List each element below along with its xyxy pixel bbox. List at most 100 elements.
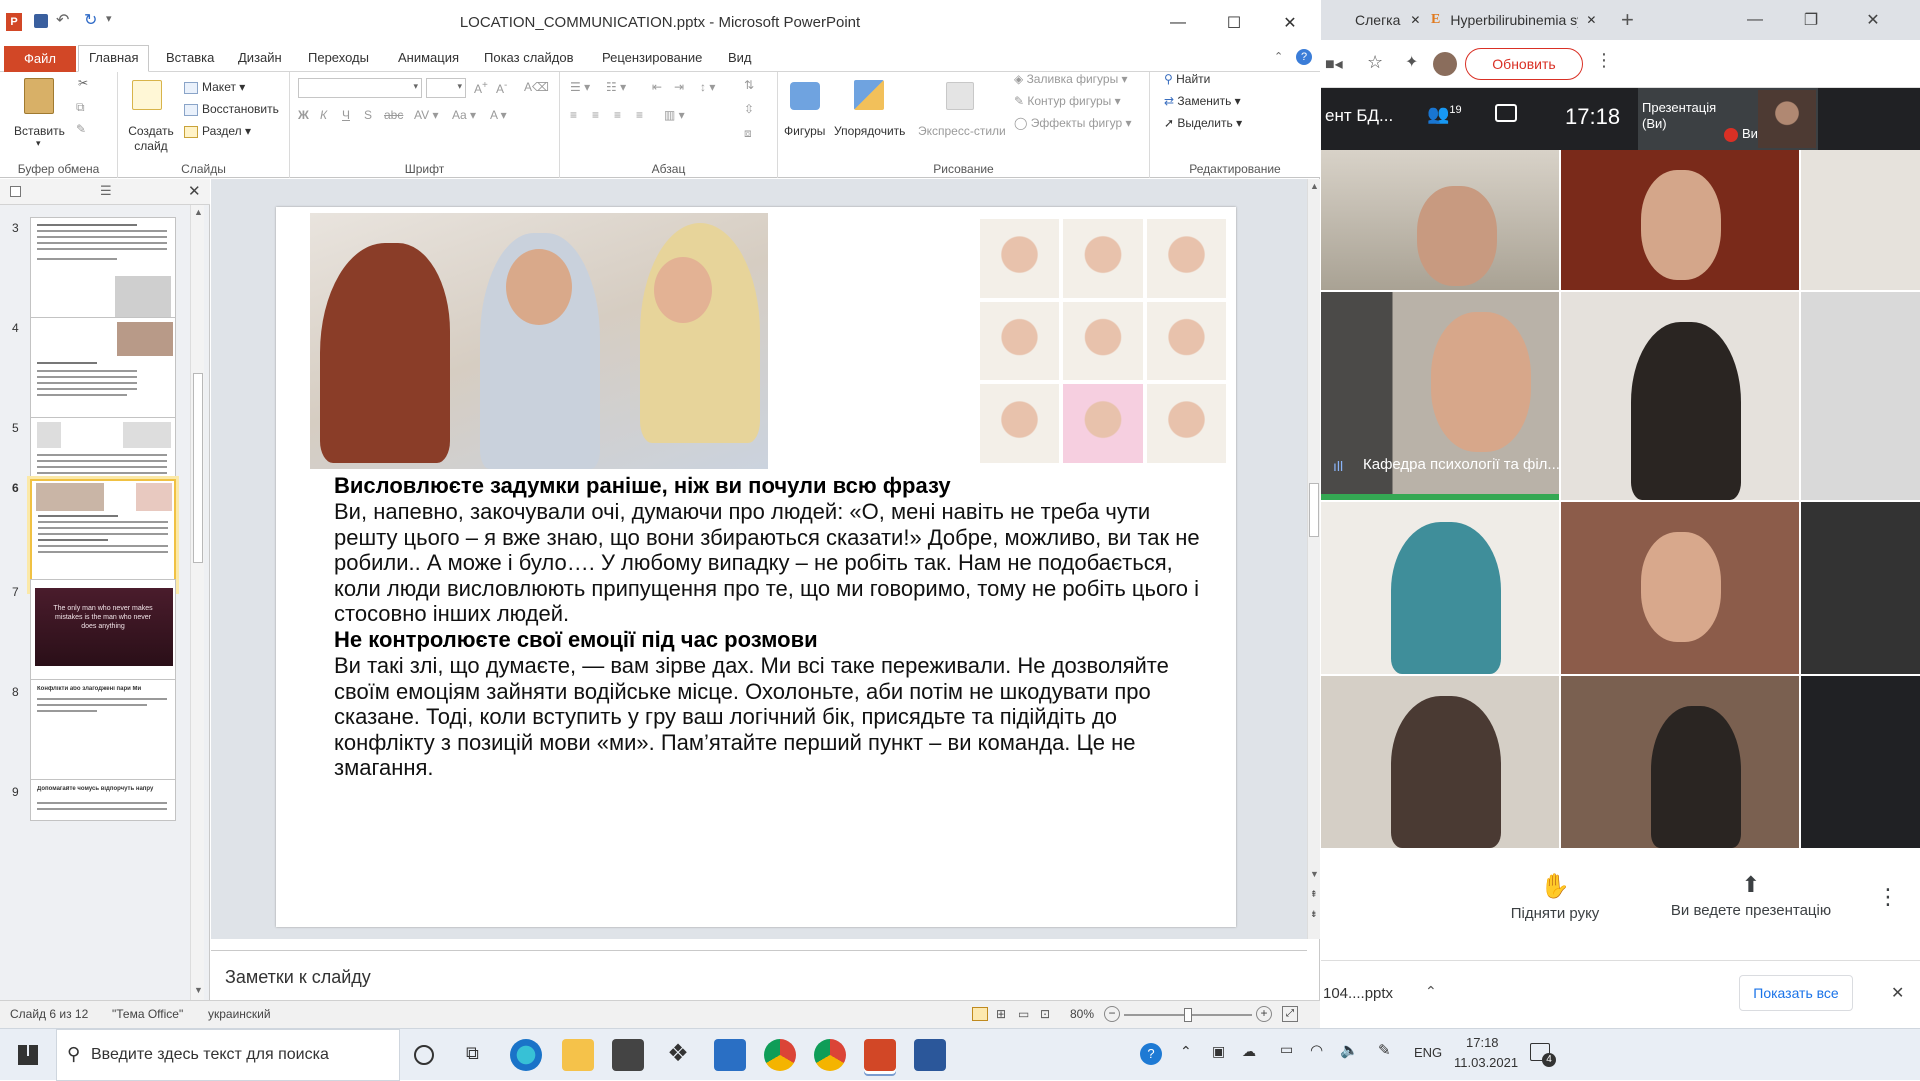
help-tray-icon[interactable]: ?	[1140, 1043, 1162, 1065]
shadow-button[interactable]: abc	[384, 108, 403, 122]
thumb-slide-8[interactable]: Конфлікти або злагоджені пари Ми	[30, 679, 176, 789]
pen-workspace-icon[interactable]: ✎	[1378, 1041, 1391, 1059]
char-spacing-icon[interactable]: AV ▾	[414, 108, 438, 122]
participant-tile-speaking[interactable]: ıll Кафедра психології та філ...	[1321, 292, 1559, 500]
quick-styles-button[interactable]: Экспресс-стили	[918, 124, 1006, 138]
chevron-up-icon[interactable]: ⌃	[1180, 1043, 1192, 1060]
thumb-slide-7[interactable]: The only man who never makes mistakes is…	[30, 579, 176, 689]
align-right-icon[interactable]: ≡	[614, 108, 621, 122]
participant-tile[interactable]	[1801, 502, 1920, 674]
participant-tile[interactable]	[1321, 676, 1559, 848]
scroll-up-icon[interactable]: ▲	[1310, 181, 1319, 191]
slides-tab-icon[interactable]	[10, 186, 21, 197]
browser-tab[interactable]: E Hyperbilirubinemia syn ✕	[1413, 0, 1609, 40]
chrome-icon[interactable]	[764, 1039, 796, 1071]
justify-icon[interactable]: ≡	[636, 108, 643, 122]
input-language[interactable]: ENG	[1414, 1045, 1442, 1060]
columns-icon[interactable]: ▥ ▾	[664, 108, 685, 122]
task-view-icon[interactable]: ⧉	[466, 1043, 479, 1064]
meet-tray-icon[interactable]: ▣	[1212, 1043, 1225, 1060]
arrange-button[interactable]: Упорядочить	[834, 124, 905, 138]
shape-outline-button[interactable]: ✎ Контур фигуры ▾	[1014, 94, 1121, 108]
tab-design[interactable]: Дизайн	[238, 50, 282, 65]
slide-scrollbar[interactable]: ▲ ▼ ⇞ ⇟	[1307, 179, 1320, 939]
clock-time[interactable]: 17:18	[1466, 1035, 1499, 1050]
shapes-button[interactable]: Фигуры	[784, 124, 825, 138]
tab-review[interactable]: Рецензирование	[602, 50, 702, 65]
chrome-profile-icon[interactable]	[814, 1039, 846, 1071]
participant-tile[interactable]	[1561, 292, 1799, 500]
shapes-icon[interactable]	[790, 82, 820, 110]
paste-button[interactable]: Вставить	[14, 124, 65, 138]
chevron-up-icon[interactable]: ⌃	[1425, 983, 1437, 1000]
thumb-slide-6-selected[interactable]	[30, 479, 176, 591]
windows-start-icon[interactable]	[18, 1045, 38, 1065]
outline-tab-icon[interactable]: ☰	[100, 183, 112, 199]
participants-button[interactable]: 👥19	[1427, 104, 1462, 125]
select-button[interactable]: ➚ Выделить ▾	[1164, 116, 1242, 130]
profile-avatar[interactable]	[1433, 52, 1457, 76]
next-slide-icon[interactable]: ⇟	[1310, 909, 1318, 920]
thumb-slide-4[interactable]	[30, 317, 176, 427]
scroll-down-icon[interactable]: ▼	[194, 985, 203, 995]
volume-icon[interactable]: 🔈	[1340, 1041, 1359, 1059]
extensions-icon[interactable]: ✦	[1405, 52, 1418, 72]
zoom-out-icon[interactable]: −	[1104, 1006, 1120, 1022]
raise-hand-button[interactable]: ✋ Підняти руку	[1485, 872, 1625, 922]
tab-slideshow[interactable]: Показ слайдов	[484, 50, 574, 65]
dropbox-icon[interactable]: ❖	[662, 1039, 694, 1071]
edge-icon[interactable]	[510, 1039, 542, 1071]
close-button[interactable]: ✕	[1262, 0, 1318, 46]
chat-icon[interactable]	[1495, 104, 1517, 122]
scroll-down-icon[interactable]: ▼	[1310, 869, 1319, 879]
reset-button[interactable]: Восстановить	[184, 102, 279, 116]
decrease-indent-icon[interactable]: ⇤	[652, 80, 662, 94]
smartart-icon[interactable]: ⧈	[744, 126, 752, 141]
camera-icon[interactable]: ■◂	[1325, 54, 1343, 74]
tab-view[interactable]: Вид	[728, 50, 752, 65]
participant-tile[interactable]	[1801, 292, 1920, 500]
align-center-icon[interactable]: ≡	[592, 108, 599, 122]
bold-button[interactable]: Ж	[298, 108, 309, 122]
text-direction-icon[interactable]: ⇅	[744, 78, 754, 92]
italic-button[interactable]: К	[320, 108, 327, 122]
arrange-icon[interactable]	[854, 80, 884, 110]
font-family-select[interactable]: ▾	[298, 78, 422, 98]
participant-tile[interactable]	[1321, 150, 1559, 290]
cut-icon[interactable]: ✂	[78, 76, 88, 90]
wifi-icon[interactable]: ◠	[1310, 1041, 1323, 1059]
tab-file[interactable]: Файл	[4, 46, 76, 72]
scroll-thumb[interactable]	[1309, 483, 1319, 537]
tab-transitions[interactable]: Переходы	[308, 50, 369, 65]
store-icon[interactable]	[612, 1039, 644, 1071]
tab-animation[interactable]: Анимация	[398, 50, 459, 65]
zoom-slider-thumb[interactable]	[1184, 1008, 1192, 1022]
language[interactable]: украинский	[208, 1007, 271, 1021]
font-size-select[interactable]: ▾	[426, 78, 466, 98]
paste-icon[interactable]	[24, 78, 54, 114]
scroll-up-icon[interactable]: ▲	[194, 207, 203, 217]
onedrive-icon[interactable]: ☁	[1242, 1043, 1256, 1060]
paste-dropdown-icon[interactable]: ▾	[36, 138, 41, 149]
download-filename[interactable]: 104....pptx	[1323, 985, 1393, 1002]
quick-styles-icon[interactable]	[946, 82, 974, 110]
word-taskbar-icon[interactable]	[914, 1039, 946, 1071]
clock-date[interactable]: 11.03.2021	[1454, 1055, 1518, 1070]
clear-format-icon[interactable]: A⌫	[524, 80, 549, 94]
change-case-icon[interactable]: Aa ▾	[452, 108, 476, 122]
prev-slide-icon[interactable]: ⇞	[1310, 889, 1318, 900]
participant-tile[interactable]	[1801, 676, 1920, 848]
help-icon[interactable]: ?	[1296, 49, 1312, 65]
powerpoint-taskbar-icon[interactable]	[864, 1039, 896, 1071]
bullets-icon[interactable]: ☰ ▾	[570, 80, 590, 94]
layout-button[interactable]: Макет ▾	[184, 80, 245, 94]
notes-placeholder[interactable]: Заметки к слайду	[225, 967, 371, 988]
numbering-icon[interactable]: ☷ ▾	[606, 80, 626, 94]
search-box[interactable]: ⚲ Введите здесь текст для поиска	[56, 1029, 400, 1081]
zoom-level[interactable]: 80%	[1070, 1007, 1094, 1021]
scroll-thumb[interactable]	[193, 373, 203, 563]
copy-icon[interactable]: ⧉	[76, 100, 85, 115]
zoom-in-icon[interactable]: +	[1256, 1006, 1272, 1022]
section-button[interactable]: Раздел ▾	[184, 124, 251, 138]
increase-indent-icon[interactable]: ⇥	[674, 80, 684, 94]
